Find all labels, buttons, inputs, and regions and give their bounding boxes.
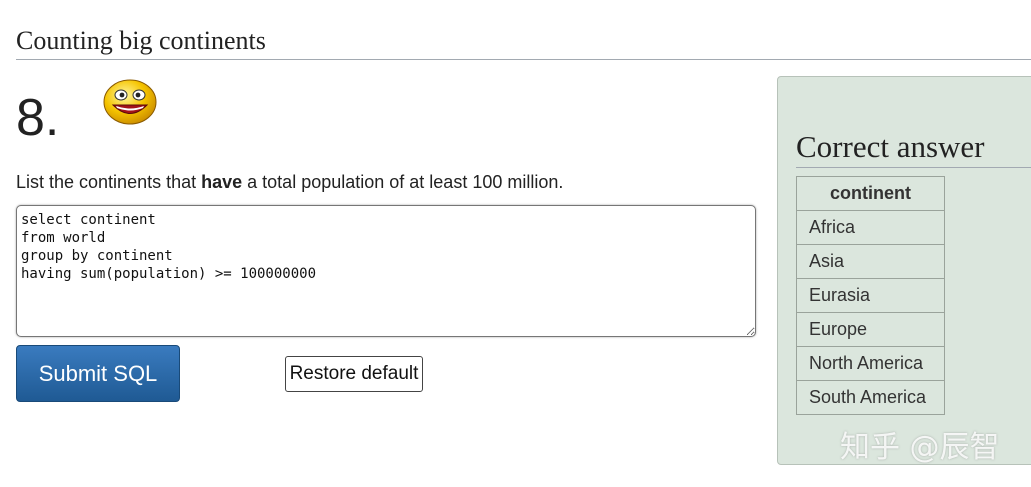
correct-answer-panel: Correct answer continent Africa Asia Eur… (777, 76, 1031, 465)
table-cell: North America (796, 346, 945, 381)
table-row: Europe (796, 312, 945, 347)
question-number: 8. (16, 89, 60, 147)
table-row: Africa (796, 210, 945, 245)
table-row: Asia (796, 244, 945, 279)
table-cell: Asia (796, 244, 945, 279)
table-header-row: continent (796, 176, 945, 211)
table-cell: Eurasia (796, 278, 945, 313)
title-divider (16, 59, 1031, 60)
submit-sql-button[interactable]: Submit SQL (16, 345, 180, 402)
correct-answer-title: Correct answer (796, 129, 985, 164)
smiley-face-icon (103, 79, 157, 125)
watermark-text: 知乎 @辰智 (840, 430, 1000, 465)
answer-table: continent Africa Asia Eurasia Europe Nor… (796, 176, 945, 415)
table-cell: Europe (796, 312, 945, 347)
table-row: Eurasia (796, 278, 945, 313)
question-text-emphasis: have (201, 172, 243, 192)
table-row: North America (796, 346, 945, 381)
section-title: Counting big continents (16, 26, 266, 55)
question-text-end: a total population of at least 100 milli… (242, 172, 564, 192)
sql-editor[interactable]: select continent from world group by con… (16, 205, 756, 337)
table-row: South America (796, 380, 945, 415)
answer-divider (796, 167, 1031, 168)
table-cell: Africa (796, 210, 945, 245)
table-cell: South America (796, 380, 945, 415)
column-header-continent: continent (796, 176, 945, 211)
restore-default-button[interactable]: Restore default (285, 356, 423, 392)
question-text-start: List the continents that (16, 172, 202, 192)
question-text: List the continents that have a total po… (16, 172, 563, 193)
